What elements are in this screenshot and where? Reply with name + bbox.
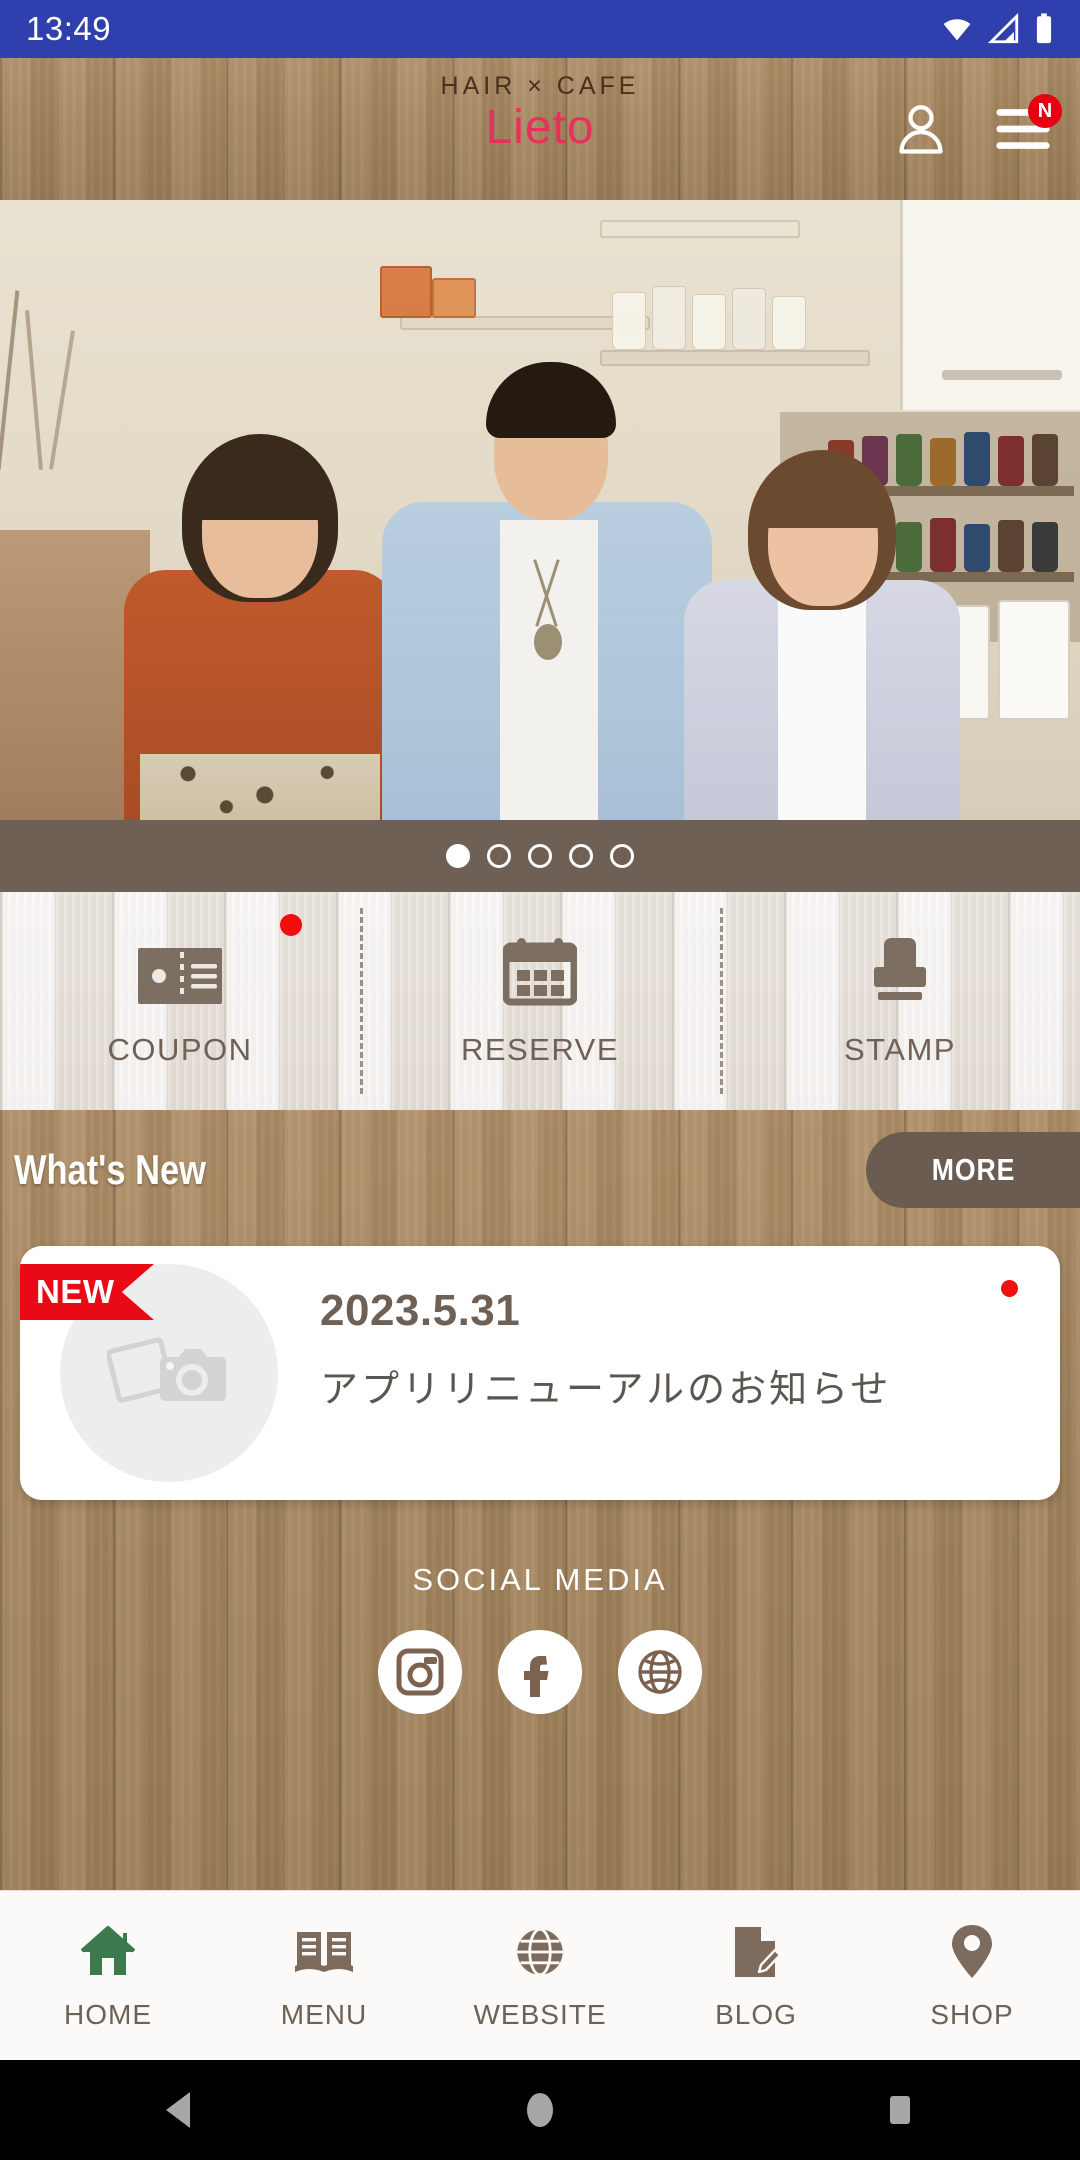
tab-menu[interactable]: MENU — [216, 1891, 432, 2060]
tab-label: HOME — [64, 1998, 152, 2030]
tab-home[interactable]: HOME — [0, 1891, 216, 2060]
status-bar-icons — [940, 12, 1054, 46]
coupon-badge-dot — [280, 914, 302, 936]
home-circle-icon — [527, 2093, 553, 2127]
more-button-label: MORE — [931, 1152, 1015, 1187]
rubber-stamp-icon — [864, 934, 936, 1006]
document-pencil-icon — [731, 1921, 781, 1983]
carousel-indicator — [0, 820, 1080, 892]
quick-action-coupon[interactable]: COUPON — [0, 892, 360, 1110]
carousel-dot-3[interactable] — [528, 844, 552, 868]
person-icon — [899, 105, 943, 154]
whats-new-title: What's New — [14, 1146, 206, 1193]
cellular-signal-icon — [987, 12, 1019, 44]
website-link[interactable] — [618, 1630, 702, 1714]
quick-actions-row: COUPON RESERVE STAMP — [0, 892, 1080, 1110]
quick-action-label: STAMP — [844, 1032, 956, 1067]
carousel-dot-4[interactable] — [569, 844, 593, 868]
news-item-title: アプリリニューアルのお知らせ — [320, 1369, 892, 1411]
instagram-icon — [396, 1648, 444, 1696]
quick-action-reserve[interactable]: RESERVE — [360, 892, 720, 1110]
android-navigation-bar — [0, 2060, 1080, 2160]
tab-label: SHOP — [930, 1998, 1014, 2030]
header-actions: N — [884, 58, 1062, 200]
whats-new-more-button[interactable]: MORE — [866, 1132, 1080, 1208]
tab-website[interactable]: WEBSITE — [432, 1891, 648, 2060]
tab-label: WEBSITE — [473, 1998, 607, 2030]
carousel-dot-1[interactable] — [446, 844, 470, 868]
status-bar-time: 13:49 — [26, 10, 112, 47]
bottom-navigation: HOME MENU WEBSITE BLOG SHOP — [0, 1890, 1080, 2060]
account-button[interactable] — [884, 92, 958, 166]
globe-icon — [638, 1650, 682, 1694]
quick-action-stamp[interactable]: STAMP — [720, 892, 1080, 1110]
home-icon — [79, 1921, 137, 1983]
tab-label: BLOG — [715, 1998, 797, 2030]
social-media-title: SOCIAL MEDIA — [412, 1562, 668, 1597]
instagram-link[interactable] — [378, 1630, 462, 1714]
tab-label: MENU — [280, 1998, 368, 2030]
android-home-button[interactable] — [465, 2060, 615, 2160]
tab-shop[interactable]: SHOP — [864, 1891, 1080, 2060]
back-triangle-icon — [166, 2092, 190, 2128]
app-header: HAIR × CAFE Lieto N — [0, 58, 1080, 200]
globe-icon — [513, 1921, 567, 1983]
coupon-ticket-icon — [137, 934, 223, 1006]
news-item-text: 2023.5.31 アプリリニューアルのお知らせ — [320, 1286, 980, 1413]
facebook-icon — [524, 1656, 549, 1697]
android-recents-button[interactable] — [825, 2060, 975, 2160]
tab-blog[interactable]: BLOG — [648, 1891, 864, 2060]
news-item-card[interactable]: NEW 2023.5.31 アプリリニューアルのお知らせ — [20, 1246, 1060, 1500]
battery-icon — [1036, 13, 1052, 44]
wifi-icon — [943, 19, 971, 41]
whats-new-header: What's New MORE — [0, 1132, 1080, 1212]
android-back-button[interactable] — [105, 2060, 255, 2160]
social-media-links — [0, 1630, 1080, 1714]
recents-square-icon — [890, 2096, 910, 2124]
news-unread-dot — [1001, 1280, 1018, 1297]
carousel-dot-2[interactable] — [487, 844, 511, 868]
quick-action-label: RESERVE — [460, 1032, 620, 1067]
social-media-section: SOCIAL MEDIA — [0, 1562, 1080, 1714]
status-bar: 13:49 — [0, 0, 1080, 58]
carousel-slide-image — [0, 200, 1080, 820]
book-icon — [293, 1921, 355, 1983]
news-item-date: 2023.5.31 — [320, 1286, 521, 1335]
calendar-icon — [503, 934, 577, 1006]
photo-placeholder-icon — [107, 1337, 226, 1403]
whats-new-section: What's New MORE NEW 2023.5.31 アプリリニューアルの… — [0, 1110, 1080, 1890]
app-screen: 13:49 HAIR × CAFE Lieto N COUPON RESERVE… — [0, 0, 1080, 2160]
map-pin-icon — [950, 1921, 994, 1983]
quick-action-label: COUPON — [107, 1032, 253, 1067]
menu-button[interactable]: N — [986, 92, 1062, 166]
facebook-link[interactable] — [498, 1630, 582, 1714]
new-ribbon-label: NEW — [36, 1273, 115, 1310]
hero-carousel[interactable] — [0, 200, 1080, 820]
menu-notification-badge: N — [1028, 94, 1062, 128]
carousel-dot-5[interactable] — [610, 844, 634, 868]
